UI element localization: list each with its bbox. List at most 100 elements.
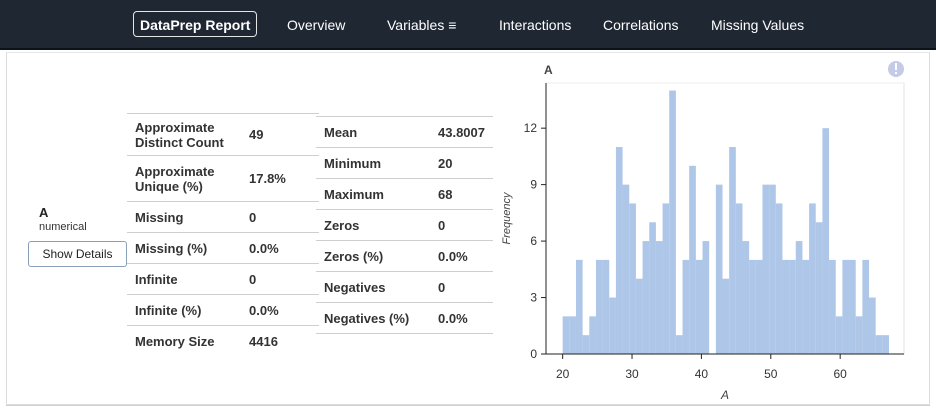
histogram-bar (569, 316, 576, 354)
histogram-bar (855, 316, 863, 354)
x-tick-label: 40 (695, 367, 709, 381)
histogram-bar (849, 259, 856, 354)
histogram-bar (615, 146, 623, 354)
x-tick-label: 20 (556, 367, 570, 381)
stat-value: 0.0% (430, 240, 493, 272)
stat-value: 0.0% (241, 294, 319, 326)
y-tick-label: 9 (530, 178, 537, 192)
stat-row: Maximum 68 (316, 178, 493, 210)
stat-value: 4416 (249, 333, 278, 349)
nav-missing-values[interactable]: Missing Values (711, 16, 804, 34)
stat-row: Mean 43.8007 (316, 116, 493, 148)
histogram-bar (669, 90, 676, 354)
stat-row: Minimum 20 (316, 147, 493, 179)
stat-row: Infinite 0 (127, 263, 319, 295)
y-tick-label: 6 (530, 234, 537, 248)
stat-row: Missing 0 (127, 201, 319, 233)
brand-link[interactable]: DataPrep Report (133, 11, 258, 37)
histogram-bar (722, 278, 730, 354)
histogram-bar (682, 259, 690, 354)
y-axis-label: Frequency (501, 191, 513, 244)
histogram-bar (575, 259, 583, 354)
stats-table-left: Approximate Distinct Count 49 Approximat… (127, 113, 319, 357)
stat-value: 0 (241, 263, 319, 295)
stat-value: 0 (241, 201, 319, 233)
show-details-button[interactable]: Show Details (28, 241, 127, 267)
histogram-bar (835, 316, 843, 354)
x-tick-label: 60 (833, 367, 847, 381)
histogram-bar (609, 297, 616, 354)
stat-row: Approximate Distinct Count 49 (127, 113, 319, 156)
nav-correlations[interactable]: Correlations (603, 16, 678, 34)
variable-name: A (39, 205, 49, 220)
stat-row: Approximate Unique (%) 17.8% (127, 155, 319, 202)
stat-value: 68 (430, 178, 493, 210)
histogram-bar (589, 316, 596, 354)
stat-value: 43.8007 (430, 116, 493, 148)
stat-value: 0.0% (430, 302, 493, 334)
stat-label: Missing (%) (127, 232, 241, 264)
x-tick-label: 50 (764, 367, 778, 381)
histogram-bar (702, 241, 710, 354)
histogram-bar (649, 222, 656, 354)
stat-label: Missing (127, 201, 241, 233)
stat-label: Infinite (%) (127, 294, 241, 326)
stats-table-right: Mean 43.8007 Minimum 20 Maximum 68 Zeros… (316, 116, 493, 334)
histogram-bar (809, 203, 816, 354)
histogram-bar (875, 335, 883, 354)
stat-row: Zeros (%) 0.0% (316, 240, 493, 272)
stat-row: Memory Size 4416 (127, 326, 319, 357)
stat-label: Approximate Distinct Count (127, 113, 241, 156)
top-navbar: DataPrep Report Overview Variables ≡ Int… (0, 0, 936, 50)
histogram-bar (782, 259, 790, 354)
histogram-bar (675, 335, 683, 354)
x-tick-label: 30 (625, 367, 639, 381)
stat-label: Negatives (%) (316, 302, 430, 334)
histogram-bar (749, 259, 756, 354)
stat-label: Approximate Unique (%) (127, 155, 241, 202)
stat-label: Minimum (316, 147, 430, 179)
histogram-bar (715, 184, 723, 355)
stat-row: Infinite (%) 0.0% (127, 294, 319, 326)
y-tick-label: 12 (524, 121, 538, 135)
variable-type: numerical (39, 221, 87, 233)
histogram-bar (582, 335, 590, 354)
histogram-bar (622, 184, 630, 355)
histogram-bar (695, 259, 703, 354)
stat-value: 17.8% (241, 155, 319, 202)
histogram-bar (822, 128, 830, 354)
nav-variables[interactable]: Variables ≡ (387, 16, 456, 34)
histogram-bar (802, 259, 810, 354)
histogram-svg: 0 3 6 9 12 20 30 40 50 60 A A Frequency (501, 61, 905, 402)
histogram-bar (642, 241, 650, 354)
histogram-bar (635, 278, 643, 354)
histogram-bar (862, 259, 870, 354)
stat-row: Negatives (%) 0.0% (316, 302, 493, 334)
histogram-bar (829, 259, 836, 354)
stat-row: Zeros 0 (316, 209, 493, 241)
histogram-bar (755, 259, 763, 354)
x-axis-label: A (720, 388, 729, 402)
stat-label: Zeros (316, 209, 430, 241)
stat-label: Infinite (127, 263, 241, 295)
y-tick-label: 3 (530, 291, 537, 305)
histogram-bar (762, 184, 770, 355)
histogram-bar (562, 316, 570, 354)
histogram-bar (742, 241, 750, 354)
stat-value: 49 (241, 113, 319, 156)
histogram-bar (662, 203, 670, 354)
stat-label: Negatives (316, 271, 430, 303)
nav-overview[interactable]: Overview (287, 16, 345, 34)
section-divider (6, 405, 930, 406)
histogram-bar (602, 259, 610, 354)
chart-title: A (544, 63, 553, 77)
info-icon[interactable] (888, 61, 904, 77)
nav-interactions[interactable]: Interactions (499, 16, 571, 34)
histogram-bar (729, 146, 736, 354)
stat-value: 0 (430, 209, 493, 241)
histogram-bar (769, 184, 776, 355)
histogram-bar (869, 297, 876, 354)
histogram-bar (775, 203, 783, 354)
histogram-bar (735, 203, 743, 354)
histogram-bar (789, 259, 796, 354)
